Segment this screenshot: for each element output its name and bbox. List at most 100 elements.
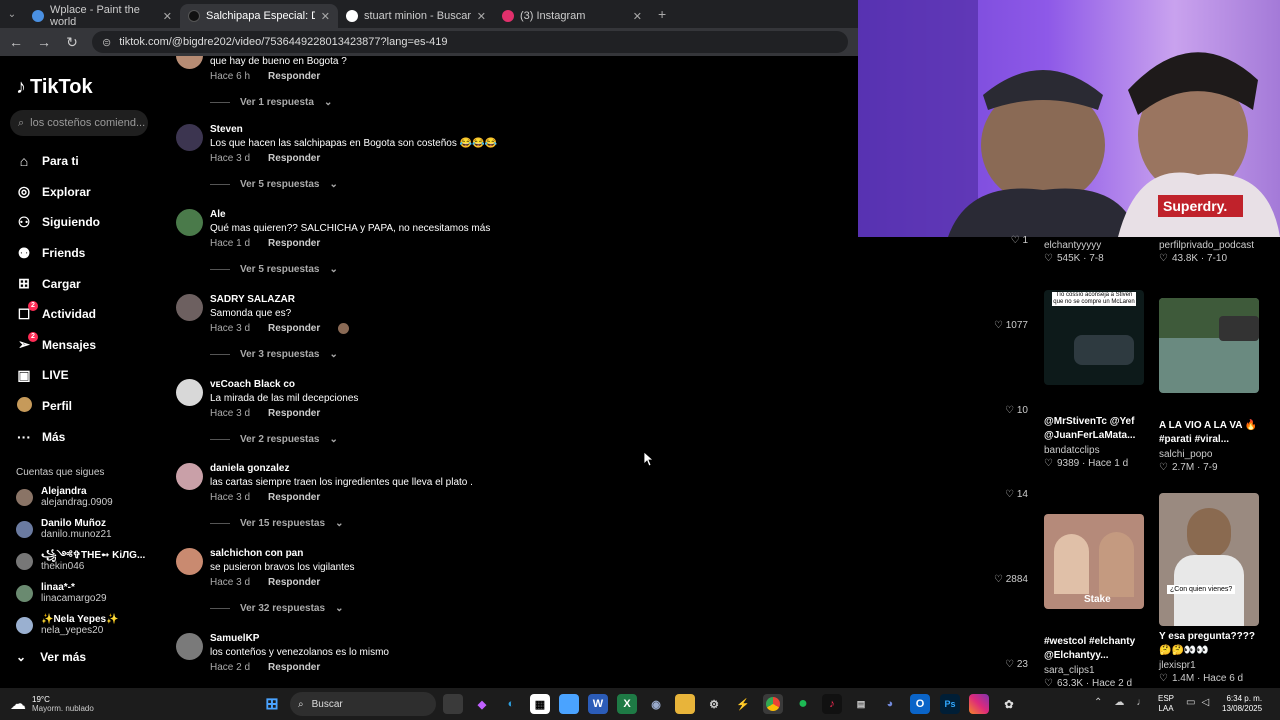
sidebar-item-para-ti[interactable]: ⌂ Para ti (16, 146, 100, 177)
tiktok-icon[interactable]: ♪ (822, 694, 842, 714)
tab-list-icon[interactable]: ⌄ (0, 9, 24, 20)
forward-icon[interactable]: → (36, 34, 52, 50)
url-field[interactable]: ⊜ tiktok.com/@bigdre202/video/7536449228… (92, 31, 848, 53)
comment-author[interactable]: Steven (210, 124, 243, 135)
task-view-icon[interactable] (443, 694, 463, 714)
following-item[interactable]: ✨Nela Yepes✨ nela_yepes20 (16, 614, 119, 636)
tab-google[interactable]: stuart minion - Buscar con Goo ✕ (338, 4, 494, 28)
see-more-button[interactable]: ⌄ Ver más (16, 650, 86, 664)
video-thumbnail[interactable]: Stake (1044, 514, 1144, 609)
file-explorer-icon[interactable] (675, 694, 695, 714)
reply-button[interactable]: Responder (268, 238, 320, 249)
store-icon[interactable]: ▦ (530, 694, 550, 714)
system-tray[interactable]: ⌃ ☁ ♩ (1094, 697, 1146, 708)
back-icon[interactable]: ← (8, 34, 24, 50)
view-replies-button[interactable]: Ver 2 respuestas ⌄ (210, 434, 338, 445)
avatar[interactable] (176, 633, 203, 660)
video-thumbnail[interactable]: ¿Con quien vienes? (1159, 493, 1259, 626)
tiktok-logo[interactable]: ♪ TikTok (16, 76, 93, 99)
related-video-card[interactable]: Tío cossío aconseja a Stiven que no se c… (1044, 290, 1148, 469)
video-author[interactable]: elchantyyyyy (1044, 240, 1104, 251)
sidebar-item-perfil[interactable]: Perfil (16, 391, 100, 422)
related-video-card[interactable]: Stake #westcol #elchanty @Elchantyy... s… (1044, 514, 1148, 689)
view-replies-button[interactable]: Ver 32 respuestas ⌄ (210, 603, 343, 614)
reply-button[interactable]: Responder (268, 577, 320, 588)
reply-button[interactable]: Responder (268, 662, 320, 673)
video-author[interactable]: salchi_popo (1159, 449, 1263, 460)
view-replies-button[interactable]: Ver 5 respuestas ⌄ (210, 264, 338, 275)
site-info-icon[interactable]: ⊜ (102, 36, 111, 49)
avatar[interactable] (176, 124, 203, 151)
sidebar-item-mensajes[interactable]: ➢ 2 Mensajes (16, 330, 100, 361)
comment-author[interactable]: SADRY SALAZAR (210, 294, 295, 305)
sidebar-item-mas[interactable]: ··· Más (16, 421, 100, 452)
comment-author[interactable]: Ale (210, 209, 226, 220)
like-button[interactable]: ♡ 1 (1011, 235, 1028, 246)
video-author[interactable]: sara_clips1 (1044, 665, 1148, 676)
tab-tiktok[interactable]: Salchipapa Especial: Delicia Co ✕ (180, 4, 338, 28)
video-author[interactable]: jlexispr1 (1159, 660, 1263, 671)
related-video-card[interactable]: elchantyyyyy ♡ 545K · 7-8 (1044, 238, 1104, 264)
reply-button[interactable]: Responder (268, 153, 320, 164)
settings-icon[interactable]: ⚙ (704, 694, 724, 714)
video-thumbnail[interactable] (1159, 298, 1259, 393)
avatar[interactable] (176, 463, 203, 490)
app-icon[interactable]: ✿ (999, 694, 1019, 714)
related-video-card[interactable]: perfilprivado_podcast ♡ 43.8K · 7-10 (1159, 238, 1254, 264)
close-tab-icon[interactable]: ✕ (633, 10, 642, 23)
related-video-card[interactable]: ¿Con quien vienes? Y esa pregunta???? 🤔🤔… (1159, 493, 1263, 684)
video-author[interactable]: perfilprivado_podcast (1159, 240, 1254, 251)
avatar[interactable] (176, 56, 203, 69)
avatar[interactable] (176, 294, 203, 321)
copilot-icon[interactable]: ◆ (472, 694, 492, 714)
like-button[interactable]: ♡ 2884 (994, 574, 1028, 585)
like-button[interactable]: ♡ 1077 (994, 320, 1028, 331)
word-icon[interactable]: W (588, 694, 608, 714)
comment-author[interactable]: salchichon con pan (210, 548, 303, 559)
avatar[interactable] (176, 209, 203, 236)
reload-icon[interactable]: ↻ (64, 34, 80, 51)
like-button[interactable]: ♡ 23 (1005, 659, 1028, 670)
instagram-icon[interactable] (969, 694, 989, 714)
avatar[interactable] (176, 548, 203, 575)
video-author[interactable]: bandatcclips (1044, 445, 1148, 456)
reply-button[interactable]: Responder (268, 71, 320, 82)
taskbar-search[interactable]: ⌕ Buscar (290, 692, 436, 716)
view-replies-button[interactable]: Ver 1 respuesta ⌄ (210, 97, 332, 108)
outlook-icon[interactable]: O (910, 694, 930, 714)
close-tab-icon[interactable]: ✕ (163, 10, 172, 23)
following-item[interactable]: Danilo Muñoz danilo.munoz21 (16, 518, 112, 540)
view-replies-button[interactable]: Ver 5 respuestas ⌄ (210, 179, 338, 190)
sidebar-item-friends[interactable]: ⚉ Friends (16, 238, 100, 269)
sidebar-item-explorar[interactable]: ◎ Explorar (16, 177, 100, 208)
new-tab-icon[interactable]: + (658, 6, 666, 22)
status-icons[interactable]: ▭ ◁ (1186, 697, 1209, 708)
tab-wplace[interactable]: Wplace - Paint the world ✕ (24, 4, 180, 28)
sidebar-item-actividad[interactable]: ☐ 2 Actividad (16, 299, 100, 330)
reply-button[interactable]: Responder (268, 323, 320, 334)
app-icon[interactable]: ⚡ (733, 694, 753, 714)
comment-author[interactable]: daniela gonzalez (210, 463, 289, 474)
photoshop-icon[interactable]: Ps (940, 694, 960, 714)
video-thumbnail[interactable]: Tío cossío aconseja a Stiven que no se c… (1044, 290, 1144, 385)
sidebar-item-siguiendo[interactable]: ⚇ Siguiendo (16, 207, 100, 238)
following-item[interactable]: Alejandra alejandrag.0909 (16, 486, 113, 508)
view-replies-button[interactable]: Ver 15 respuestas ⌄ (210, 518, 343, 529)
clock[interactable]: 6:34 p. m. 13/08/2025 (1222, 694, 1262, 714)
windows-start-icon[interactable]: ⊞ (262, 694, 282, 714)
close-tab-icon[interactable]: ✕ (321, 10, 330, 23)
sidebar-item-live[interactable]: ▣ LIVE (16, 360, 100, 391)
photos-icon[interactable] (559, 694, 579, 714)
view-replies-button[interactable]: Ver 3 respuestas ⌄ (210, 349, 338, 360)
like-button[interactable]: ♡ 14 (1005, 489, 1028, 500)
reply-button[interactable]: Responder (268, 408, 320, 419)
weather-widget[interactable]: ☁ 19°C Mayorm. nublado (10, 694, 94, 714)
reply-button[interactable]: Responder (268, 492, 320, 503)
edge-icon[interactable]: ◐ (501, 694, 521, 714)
comment-author[interactable]: ᴠᴇCoach Black ᴄᴏ (210, 379, 295, 390)
spotify-icon[interactable]: ● (793, 694, 813, 714)
language-indicator[interactable]: ESP LAA (1158, 694, 1174, 714)
avatar[interactable] (176, 379, 203, 406)
tab-instagram[interactable]: (3) Instagram ✕ (494, 4, 650, 28)
related-video-card[interactable]: A LA VIO A LA VA 🔥 #parati #viral... sal… (1159, 298, 1263, 473)
